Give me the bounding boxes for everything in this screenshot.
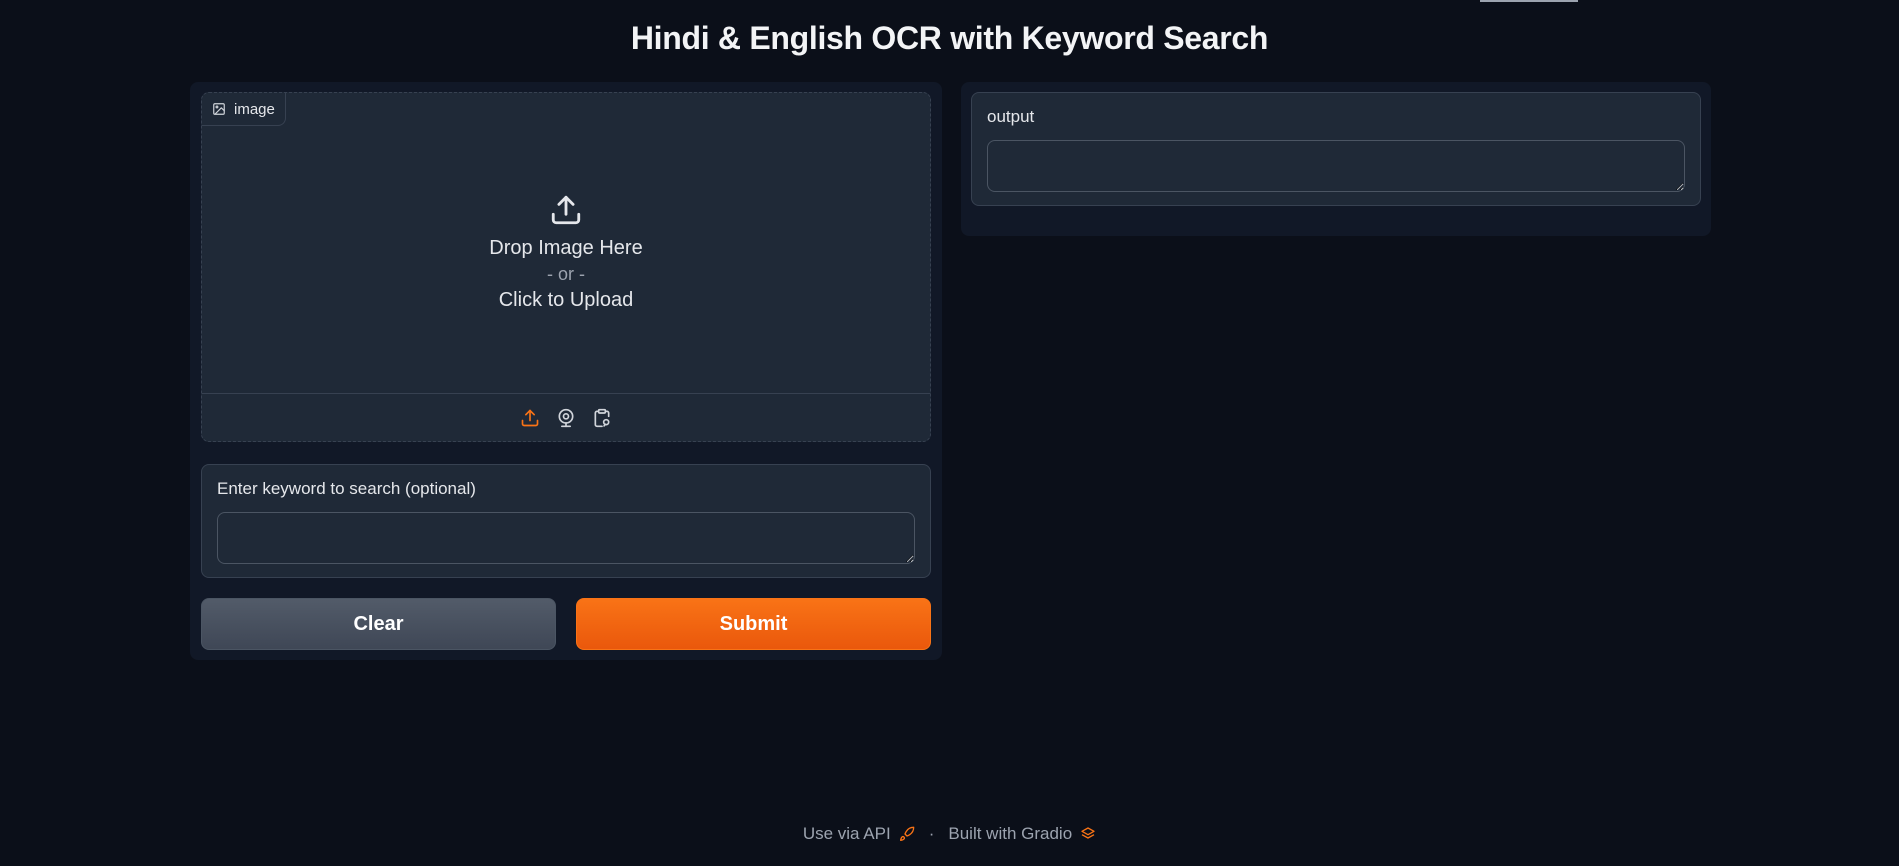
input-column: Drop Image Here - or - Click to Upload i… xyxy=(190,82,942,660)
image-label-text: image xyxy=(234,100,275,118)
image-block-label: image xyxy=(202,93,286,126)
output-block: output xyxy=(971,92,1701,206)
drop-image-text: Drop Image Here xyxy=(489,236,643,259)
image-upload-block: Drop Image Here - or - Click to Upload i… xyxy=(201,92,931,442)
keyword-input[interactable] xyxy=(217,512,915,564)
footer: Use via API · Built with Gradio xyxy=(0,824,1899,844)
use-via-api-link[interactable]: Use via API xyxy=(803,824,915,844)
footer-separator: · xyxy=(928,824,935,843)
upload-icon xyxy=(551,195,581,224)
image-icon xyxy=(213,103,225,115)
image-drop-zone[interactable]: Drop Image Here - or - Click to Upload xyxy=(202,93,930,393)
output-label: output xyxy=(987,107,1035,126)
image-source-selector xyxy=(202,393,930,442)
rocket-icon xyxy=(899,826,915,841)
upload-icon xyxy=(521,409,539,427)
output-textbox[interactable] xyxy=(987,140,1685,192)
source-upload-button[interactable] xyxy=(518,406,542,430)
gradio-logo-icon xyxy=(1081,827,1095,839)
clear-button[interactable]: Clear xyxy=(201,598,556,650)
output-column: output xyxy=(961,82,1711,236)
top-tab-indicator xyxy=(1480,0,1578,2)
built-with-gradio-text: Built with Gradio xyxy=(948,824,1073,843)
built-with-gradio-link[interactable]: Built with Gradio xyxy=(948,824,1096,844)
use-via-api-text: Use via API xyxy=(802,824,891,843)
keyword-block: Enter keyword to search (optional) xyxy=(201,464,931,578)
or-text: - or - xyxy=(547,263,585,284)
source-clipboard-button[interactable] xyxy=(590,406,614,430)
page-title: Hindi & English OCR with Keyword Search xyxy=(630,20,1269,56)
webcam-icon xyxy=(558,408,574,428)
clipboard-icon xyxy=(594,408,610,428)
source-webcam-button[interactable] xyxy=(554,406,578,430)
keyword-label: Enter keyword to search (optional) xyxy=(217,479,476,498)
click-to-upload-text: Click to Upload xyxy=(498,288,634,311)
submit-button[interactable]: Submit xyxy=(576,598,931,650)
